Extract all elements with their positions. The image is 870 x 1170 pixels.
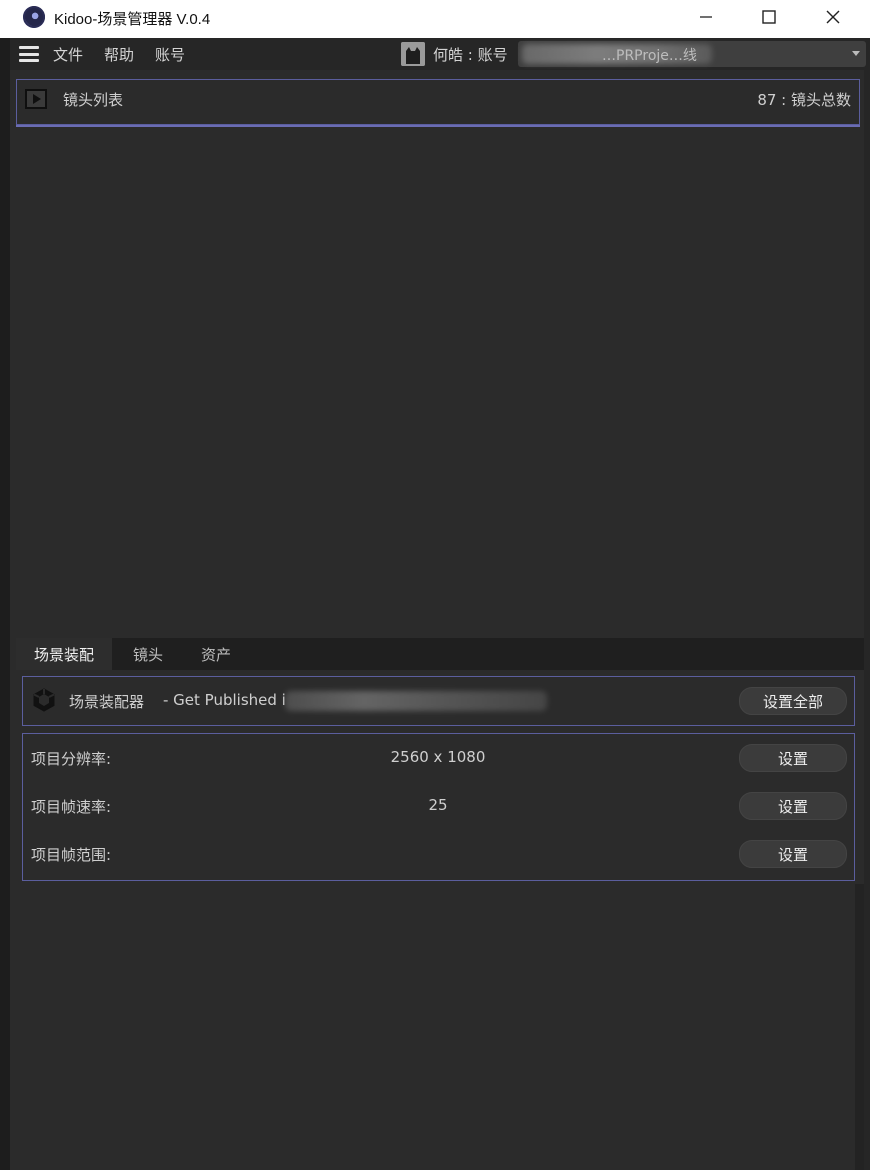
setting-row-resolution: 项目分辨率: 2560 x 1080 设置 bbox=[23, 734, 854, 774]
bottom-content-area bbox=[16, 884, 864, 1170]
scene-assembler-panel: 场景装配器 - Get Published i 设置全部 bbox=[22, 676, 855, 726]
framerate-label: 项目帧速率: bbox=[31, 798, 112, 816]
shot-list-header[interactable]: 镜头列表 87 : 镜头总数 bbox=[16, 79, 860, 125]
set-framerate-button[interactable]: 设置 bbox=[739, 792, 847, 820]
setting-row-framerange: 项目帧范围: 设置 bbox=[23, 830, 854, 870]
shot-header-divider bbox=[16, 125, 860, 127]
play-icon bbox=[25, 89, 47, 109]
setting-row-framerate: 项目帧速率: 25 设置 bbox=[23, 782, 854, 822]
right-frame bbox=[864, 38, 870, 1170]
scrollbar-track[interactable] bbox=[855, 884, 864, 1170]
user-account-label: 何皓 : 账号 bbox=[433, 46, 508, 64]
cat-avatar-icon bbox=[401, 42, 425, 66]
menu-help[interactable]: 帮助 bbox=[104, 44, 134, 65]
menu-bar: 文件 帮助 账号 何皓 : 账号 …PRProje…线 bbox=[10, 38, 866, 70]
tab-shots[interactable]: 镜头 bbox=[116, 638, 180, 670]
framerange-label: 项目帧范围: bbox=[31, 846, 112, 864]
tab-assets[interactable]: 资产 bbox=[186, 638, 246, 670]
app-logo-icon bbox=[23, 6, 45, 28]
project-select-value: …PRProje…线 bbox=[602, 48, 697, 64]
minimize-button[interactable] bbox=[674, 0, 738, 34]
shot-count-label: 87 : 镜头总数 bbox=[757, 91, 851, 109]
assembler-title: 场景装配器 bbox=[69, 693, 145, 711]
project-settings-panel: 项目分辨率: 2560 x 1080 设置 项目帧速率: 25 设置 项目帧范围… bbox=[22, 733, 855, 881]
set-all-button[interactable]: 设置全部 bbox=[739, 687, 847, 715]
chevron-down-icon bbox=[852, 51, 860, 56]
framerate-value: 25 bbox=[428, 796, 448, 814]
window-titlebar: Kidoo-场景管理器 V.0.4 bbox=[0, 0, 870, 38]
resolution-value: 2560 x 1080 bbox=[390, 748, 486, 766]
resolution-label: 项目分辨率: bbox=[31, 750, 112, 768]
minimize-icon bbox=[700, 16, 712, 18]
set-resolution-button[interactable]: 设置 bbox=[739, 744, 847, 772]
window-title: Kidoo-场景管理器 V.0.4 bbox=[54, 11, 211, 28]
left-frame bbox=[0, 38, 10, 1170]
shot-list-title: 镜头列表 bbox=[63, 91, 124, 109]
maximize-icon bbox=[762, 10, 776, 24]
tab-bar: 场景装配 镜头 资产 bbox=[16, 638, 864, 670]
shot-list-area[interactable] bbox=[10, 128, 864, 636]
unity-cube-icon bbox=[33, 688, 55, 712]
project-select[interactable]: …PRProje…线 bbox=[518, 41, 866, 67]
assembler-path: - Get Published i bbox=[163, 691, 286, 709]
menu-account[interactable]: 账号 bbox=[155, 44, 185, 65]
tab-scene-assembly[interactable]: 场景装配 bbox=[16, 638, 112, 670]
close-button[interactable] bbox=[801, 0, 865, 34]
avatar bbox=[401, 42, 425, 66]
hamburger-menu-icon[interactable] bbox=[19, 46, 39, 62]
close-icon bbox=[826, 10, 840, 24]
menu-file[interactable]: 文件 bbox=[53, 44, 83, 65]
maximize-button[interactable] bbox=[737, 0, 801, 34]
set-framerange-button[interactable]: 设置 bbox=[739, 840, 847, 868]
